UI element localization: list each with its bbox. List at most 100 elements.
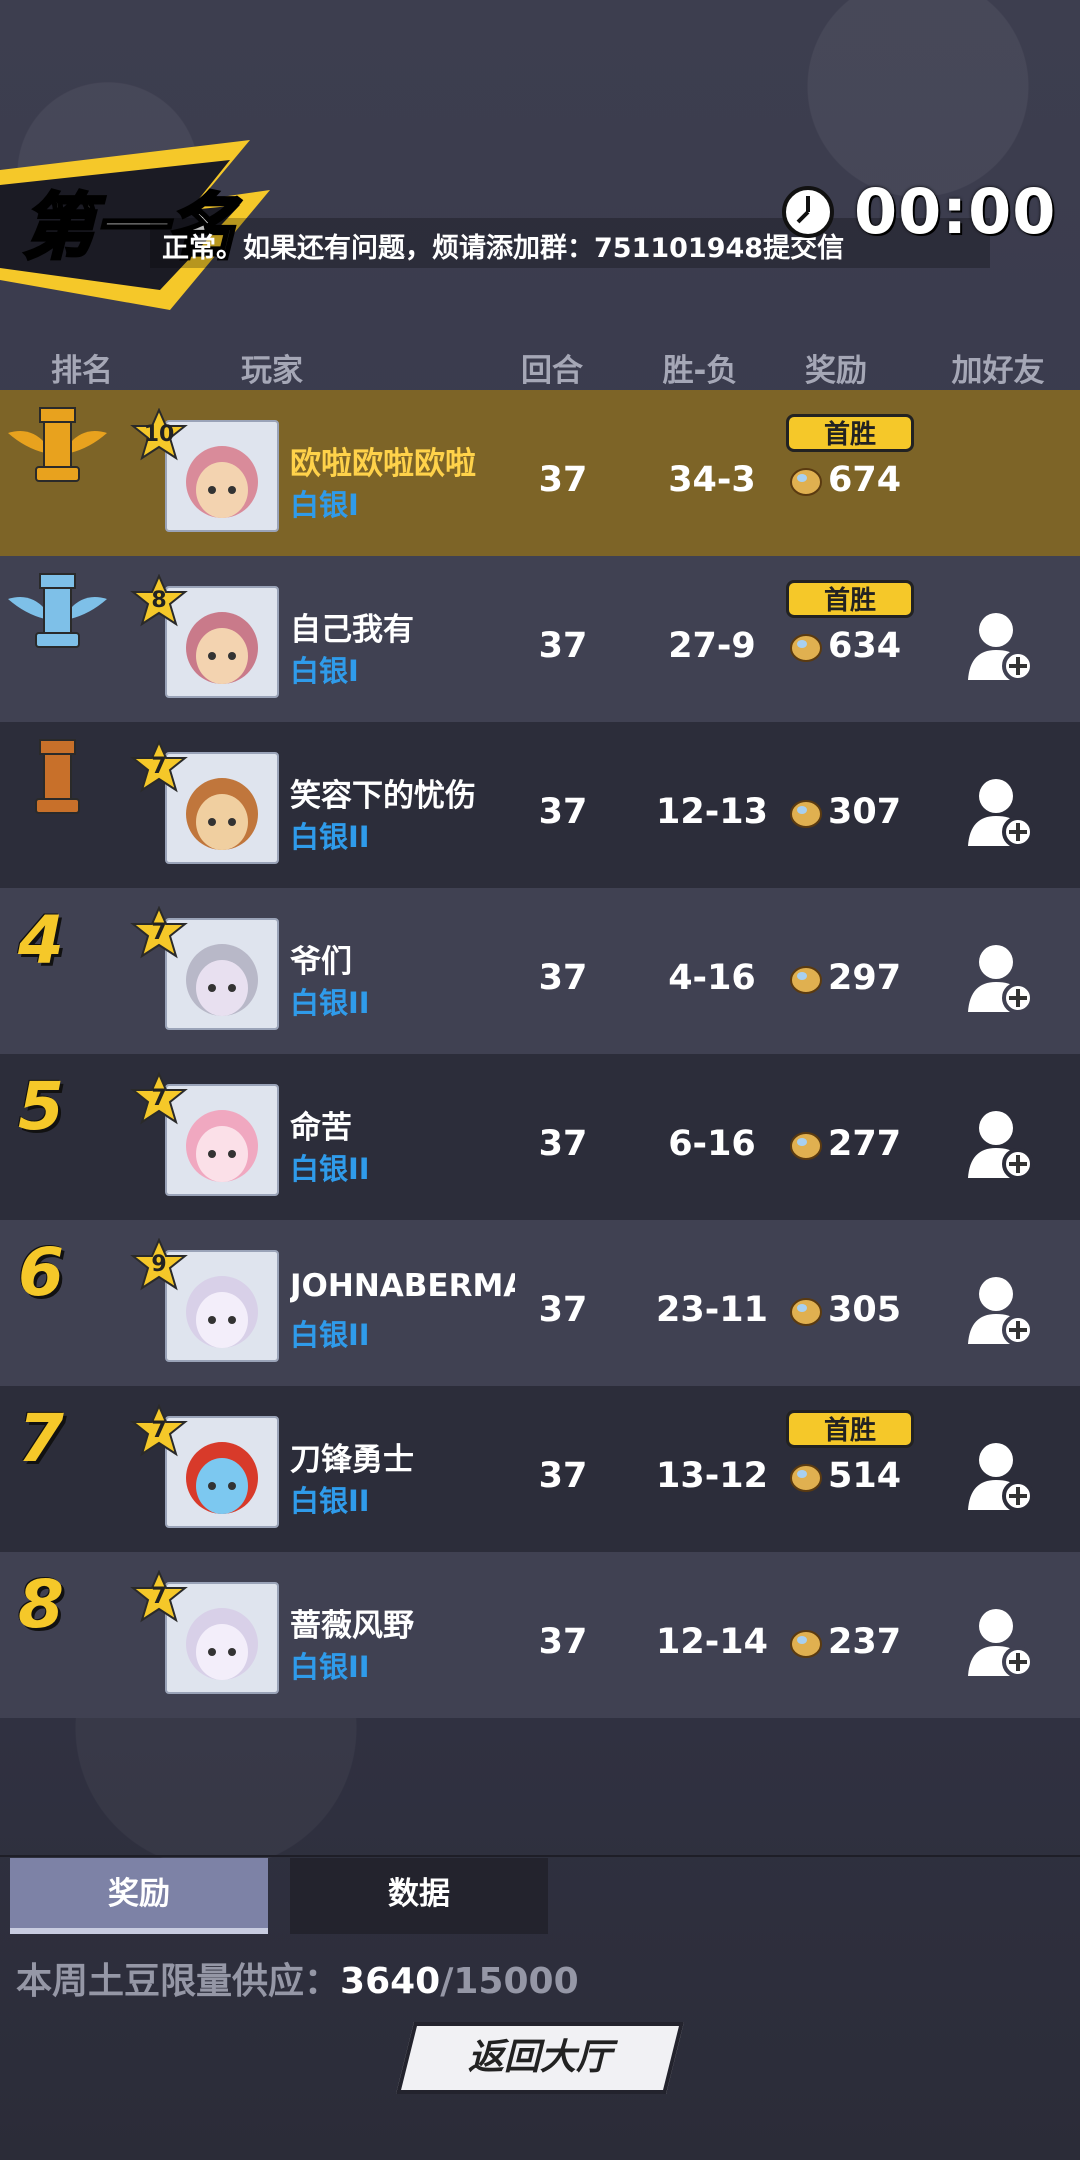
header-win-loss: 胜-负 [662, 353, 738, 389]
reward-value: 277 [828, 1124, 902, 1164]
level-number: 7 [151, 1086, 167, 1111]
player-tier: 白银II [290, 1152, 370, 1186]
rounds-value: 37 [538, 1124, 588, 1164]
win-loss-value: 12-14 [656, 1622, 768, 1662]
reward-value: 514 [828, 1456, 902, 1496]
player-name: 自己我有 [290, 612, 414, 648]
first-win-badge: 首胜 [786, 580, 914, 618]
leaderboard-row: 8 7 蔷薇风野 白银II 37 12-14 237 [0, 1552, 1080, 1718]
add-friend-icon[interactable] [968, 1606, 1034, 1678]
win-loss-value: 4-16 [668, 958, 756, 998]
win-loss-value: 6-16 [668, 1124, 756, 1164]
reward-value: 237 [828, 1622, 902, 1662]
leaderboard-row: 5 7 命苦 白银II 37 6-16 277 [0, 1054, 1080, 1220]
add-friend-icon[interactable] [968, 1440, 1034, 1512]
rank-number: 8 [18, 1566, 64, 1643]
leaderboard-row: 4 7 爷们 白银II 37 4-16 297 [0, 888, 1080, 1054]
ticker-text: 正常。如果还有问题，烦请添加群：751101948提交信 [162, 233, 845, 264]
reward-value: 307 [828, 792, 902, 832]
potato-coin-icon [790, 800, 822, 828]
header-rank: 排名 [51, 353, 113, 389]
level-badge: 9 [130, 1237, 188, 1296]
win-loss-value: 23-11 [656, 1290, 768, 1330]
reward-value: 305 [828, 1290, 902, 1330]
reward: 674 [788, 460, 901, 500]
player-tier: 白银II [290, 986, 370, 1020]
reward-value: 634 [828, 626, 902, 666]
level-badge: 7 [130, 1071, 188, 1130]
first-win-badge: 首胜 [786, 1410, 914, 1448]
potato-coin-icon [790, 634, 822, 662]
level-badge: 7 [130, 905, 188, 964]
table-header: 排名 玩家 回合 胜-负 奖励 加好友 [0, 345, 1080, 389]
potato-coin-icon [790, 1464, 822, 1492]
rook-trophy-icon [8, 407, 107, 482]
player-tier: 白银II [290, 1650, 370, 1684]
reward: 305 [788, 1290, 901, 1330]
reward: 297 [788, 958, 901, 998]
header-player: 玩家 [241, 353, 303, 389]
tab-bar: 奖励 数据 [10, 1858, 550, 1936]
rank-number: 5 [18, 1068, 64, 1145]
potato-coin-icon [790, 966, 822, 994]
rounds-value: 37 [538, 958, 588, 998]
rank-number: 6 [18, 1234, 64, 1311]
rounds-value: 37 [538, 1622, 588, 1662]
potato-coin-icon [790, 1298, 822, 1326]
win-loss-value: 13-12 [656, 1456, 768, 1496]
player-tier: 白银II [290, 1484, 370, 1518]
player-name: 命苦 [290, 1110, 352, 1146]
add-friend-icon[interactable] [968, 776, 1034, 848]
supply-label: 本周土豆限量供应： [16, 1961, 341, 2002]
win-loss-value: 12-13 [656, 792, 768, 832]
leaderboard-row: 7 笑容下的忧伤 白银II 37 12-13 307 [0, 722, 1080, 888]
add-friend-icon[interactable] [968, 1108, 1034, 1180]
return-button-label: 返回大厅 [467, 2037, 612, 2078]
level-badge: 7 [130, 1403, 188, 1462]
add-friend-icon[interactable] [968, 942, 1034, 1014]
clock-icon [782, 185, 834, 238]
header-reward: 奖励 [805, 353, 867, 389]
reward: 237 [788, 1622, 901, 1662]
player-name: 刀锋勇士 [290, 1442, 414, 1478]
header-add-friend: 加好友 [951, 353, 1045, 389]
level-number: 7 [151, 1584, 167, 1609]
level-badge: 10 [130, 407, 188, 466]
win-loss-value: 34-3 [668, 460, 756, 500]
rounds-value: 37 [538, 626, 588, 666]
divider [0, 1855, 1080, 1857]
potato-coin-icon [790, 1132, 822, 1160]
tab-reward[interactable]: 奖励 [10, 1858, 268, 1934]
reward-value: 674 [828, 460, 902, 500]
player-name: 蔷薇风野 [290, 1608, 414, 1644]
level-number: 7 [151, 1418, 167, 1443]
level-number: 7 [151, 754, 167, 779]
leaderboard-row: 8 自己我有 白银I 37 27-9 首胜 634 [0, 556, 1080, 722]
supply-max: /15000 [440, 1961, 579, 2002]
player-name: 爷们 [290, 944, 352, 980]
timer-value: 00:00 [854, 175, 1057, 248]
add-friend-icon[interactable] [968, 610, 1034, 682]
reward: 634 [788, 626, 901, 666]
potato-coin-icon [790, 1630, 822, 1658]
player-name: 欧啦欧啦欧啦 [290, 446, 476, 482]
rounds-value: 37 [538, 460, 588, 500]
win-loss-value: 27-9 [668, 626, 756, 666]
reward: 277 [788, 1124, 901, 1164]
player-name: 笑容下的忧伤 [290, 778, 476, 814]
rounds-value: 37 [538, 1290, 588, 1330]
player-name: JOHNABERMA [290, 1268, 515, 1304]
supply-current: 3640 [340, 1961, 441, 2002]
add-friend-icon[interactable] [968, 1274, 1034, 1346]
return-lobby-button[interactable]: 返回大厅 [396, 2022, 684, 2094]
level-number: 9 [151, 1252, 167, 1277]
tab-data[interactable]: 数据 [290, 1858, 548, 1934]
player-tier: 白银I [290, 654, 359, 688]
reward-value: 297 [828, 958, 902, 998]
rounds-value: 37 [538, 1456, 588, 1496]
player-tier: 白银II [290, 820, 370, 854]
rank-number: 7 [18, 1400, 64, 1477]
leaderboard: 10 欧啦欧啦欧啦 白银I 37 34-3 首胜 674 8 自己我有 白银I … [0, 390, 1080, 1718]
level-number: 7 [151, 920, 167, 945]
leaderboard-row: 10 欧啦欧啦欧啦 白银I 37 34-3 首胜 674 [0, 390, 1080, 556]
